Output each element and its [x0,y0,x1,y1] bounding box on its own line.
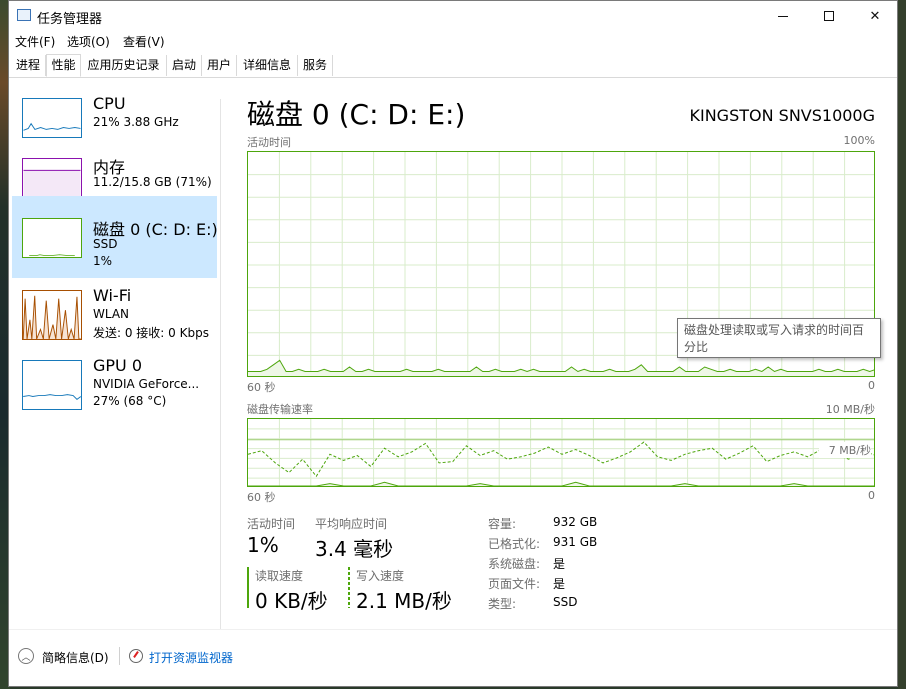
prop-formatted-label: 已格式化: [488,537,541,551]
sidebar-item-value: 发送: 0 接收: 0 Kbps [93,326,209,340]
graph2-min-label: 0 [868,489,875,502]
graph2-label: 磁盘传输速率 [247,403,313,416]
active-time-value: 1% [247,533,279,557]
prop-page-file-label: 页面文件: [488,577,541,591]
prop-type-label: 类型: [488,597,517,611]
desktop-background-right [898,0,906,689]
tab-users[interactable]: 用户 [202,55,237,76]
graph2-time-label: 60 秒 [247,491,276,504]
minimize-icon [778,15,788,17]
sidebar-item-value: 27% (68 °C) [93,394,167,408]
menu-view[interactable]: 查看(V) [123,33,165,50]
footer-separator [119,647,120,665]
sidebar-item-title: GPU 0 [93,356,143,375]
avg-response-label: 平均响应时间 [315,517,388,531]
prop-type-value: SSD [553,595,578,609]
read-speed-indicator [247,567,249,608]
pane-divider [220,99,221,629]
close-button[interactable]: ✕ [852,1,897,31]
sidebar-item-title: CPU [93,94,126,113]
graph1-max-label: 100% [843,134,875,147]
footer-divider [9,629,897,630]
prop-capacity-value: 932 GB [553,515,598,529]
write-speed-value: 2.1 MB/秒 [356,589,452,613]
sidebar-item-disk0[interactable]: 磁盘 0 (C: D: E:) SSD 1% [12,196,218,278]
tab-app-history[interactable]: 应用历史记录 [81,55,167,76]
active-time-label: 活动时间 [247,517,296,531]
memory-thumbnail-graph [22,158,82,198]
graph2-scale-label: 7 MB/秒 [819,442,871,458]
disk-model: KINGSTON SNVS1000G [689,106,876,125]
tooltip: 磁盘处理读取或写入请求的时间百分比 [677,318,881,358]
tab-startup[interactable]: 启动 [167,55,202,76]
tab-performance[interactable]: 性能 [46,54,81,77]
tab-details[interactable]: 详细信息 [237,55,298,76]
sidebar-item-subtitle: 11.2/15.8 GB (71%) [93,175,212,189]
sidebar-item-value: 1% [93,254,113,268]
prop-formatted-value: 931 GB [553,535,598,549]
graph1-time-label: 60 秒 [247,381,276,394]
resource-monitor-icon[interactable] [129,649,143,663]
task-manager-window: 任务管理器 ✕ 文件(F) 选项(O) 查看(V) 进程 性能 应用历史记录 启… [8,0,898,687]
maximize-button[interactable] [806,1,852,31]
write-speed-indicator [348,567,350,608]
tab-services[interactable]: 服务 [298,55,333,76]
disk-thumbnail-graph [22,218,82,258]
sidebar-item-subtitle: NVIDIA GeForce... [93,377,200,391]
menu-options[interactable]: 选项(O) [67,33,110,50]
title-bar[interactable]: 任务管理器 ✕ [9,1,897,31]
wifi-thumbnail-graph [22,290,82,340]
maximize-icon [824,11,834,21]
sidebar-item-wifi[interactable]: Wi-Fi WLAN 发送: 0 接收: 0 Kbps [12,284,217,365]
task-manager-app-icon [17,9,31,21]
prop-page-file-value: 是 [553,577,566,591]
graph1-label: 活动时间 [247,136,291,149]
chevron-up-icon[interactable]: ︿ [18,648,34,664]
gpu-thumbnail-graph [22,360,82,410]
window-title: 任务管理器 [37,12,103,27]
read-speed-label: 读取速度 [255,569,304,583]
transfer-rate-graph [247,418,875,487]
page-title: 磁盘 0 (C: D: E:) [247,98,466,131]
graph2-max-label: 10 MB/秒 [825,403,875,416]
sidebar-item-subtitle: WLAN [93,307,130,321]
prop-system-disk-value: 是 [553,557,566,571]
sidebar-item-subtitle: SSD [93,237,118,251]
read-speed-value: 0 KB/秒 [255,589,328,613]
prop-system-disk-label: 系统磁盘: [488,557,541,571]
menu-bar: 文件(F) 选项(O) 查看(V) [9,31,897,51]
sidebar-item-subtitle: 21% 3.88 GHz [93,115,179,129]
menu-file[interactable]: 文件(F) [15,33,55,50]
sidebar-item-title: Wi-Fi [93,286,132,305]
close-icon: ✕ [869,8,881,24]
write-speed-label: 写入速度 [356,569,405,583]
cpu-thumbnail-graph [22,98,82,138]
sidebar-item-gpu0[interactable]: GPU 0 NVIDIA GeForce... 27% (68 °C) [12,354,217,435]
open-resource-monitor-link[interactable]: 打开资源监视器 [149,649,233,666]
tab-processes[interactable]: 进程 [11,55,46,76]
graph1-min-label: 0 [868,379,875,392]
fewer-details-button[interactable]: 简略信息(D) [42,649,109,666]
tab-bar: 进程 性能 应用历史记录 启动 用户 详细信息 服务 [9,54,897,78]
prop-capacity-label: 容量: [488,517,517,531]
minimize-button[interactable] [760,1,806,31]
avg-response-value: 3.4 毫秒 [315,537,394,561]
